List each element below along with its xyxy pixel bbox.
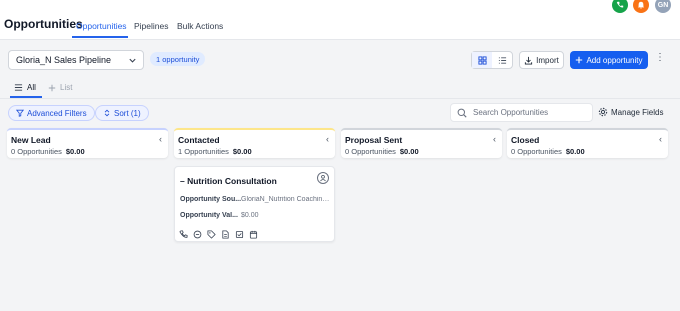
notifications-button[interactable]	[633, 0, 649, 13]
field-label: Opportunity Val...	[180, 212, 238, 219]
stage-value: $0.00	[232, 147, 252, 156]
stage-column-proposal-sent: Proposal Sent ‹ 0 Opportunities $0.00	[341, 128, 502, 158]
document-icon[interactable]	[221, 230, 230, 239]
import-button[interactable]: Import	[519, 51, 564, 69]
stage-summary: 0 Opportunities $0.00	[345, 147, 419, 156]
chevron-down-icon	[129, 58, 136, 63]
sort-button[interactable]: Sort (1)	[95, 105, 149, 121]
field-value: GloriaN_Nutrition Coaching_...	[241, 196, 333, 203]
search-icon	[457, 108, 467, 118]
list-view-button[interactable]	[492, 52, 512, 68]
search-box	[450, 103, 593, 122]
opportunity-title: – Nutrition Consultation	[180, 176, 277, 186]
stage-summary: 0 Opportunities $0.00	[11, 147, 85, 156]
phone-button[interactable]	[612, 0, 628, 13]
view-tab-list[interactable]: List	[48, 83, 72, 92]
avatar-initials: GN	[657, 1, 669, 9]
chat-icon[interactable]	[193, 230, 202, 239]
list-icon	[498, 56, 506, 64]
field-label: Opportunity Sou...	[180, 196, 241, 203]
bell-icon	[637, 1, 645, 9]
card-actions	[179, 230, 258, 239]
assign-user-icon[interactable]	[317, 172, 329, 184]
add-opportunity-label: Add opportunity	[586, 55, 643, 65]
add-opportunity-button[interactable]: Add opportunity	[570, 51, 648, 69]
search-input[interactable]	[473, 108, 583, 117]
stage-name: Closed	[511, 135, 540, 145]
opportunity-source-row: Opportunity Sou... GloriaN_Nutrition Coa…	[180, 196, 333, 203]
sort-icon	[104, 109, 110, 117]
pipeline-select[interactable]: Gloria_N Sales Pipeline	[8, 50, 144, 70]
task-icon[interactable]	[235, 230, 244, 239]
stage-value: $0.00	[65, 147, 85, 156]
phone-icon[interactable]	[179, 230, 188, 239]
grid-icon	[477, 55, 487, 65]
import-label: Import	[536, 55, 559, 65]
advanced-filters-button[interactable]: Advanced Filters	[8, 105, 95, 121]
more-options-icon[interactable]: ⋮	[655, 53, 665, 63]
user-avatar[interactable]: GN	[655, 0, 671, 13]
view-tab-all-label: All	[27, 83, 36, 92]
import-icon	[525, 56, 533, 65]
page-title: Opportunities	[4, 17, 83, 31]
field-value: $0.00	[241, 212, 259, 219]
advanced-filters-label: Advanced Filters	[27, 108, 87, 118]
collapse-chevron-icon[interactable]: ‹	[159, 134, 162, 144]
view-tab-list-label: List	[60, 83, 73, 92]
stage-name: New Lead	[11, 135, 51, 145]
tab-opportunities[interactable]: Opportunities	[76, 21, 127, 31]
manage-fields-label: Manage Fields	[611, 107, 664, 117]
gear-icon	[598, 107, 608, 117]
pipeline-select-value: Gloria_N Sales Pipeline	[16, 55, 112, 65]
stage-column-new-lead: New Lead ‹ 0 Opportunities $0.00	[7, 128, 168, 158]
opportunity-value-row: Opportunity Val... $0.00	[180, 212, 333, 219]
plus-icon	[576, 56, 583, 64]
collapse-chevron-icon[interactable]: ‹	[659, 134, 662, 144]
filter-icon	[16, 109, 24, 117]
stage-column-contacted: Contacted ‹ 1 Opportunities $0.00	[174, 128, 335, 158]
opportunity-card[interactable]: – Nutrition Consultation Opportunity Sou…	[174, 166, 335, 242]
grid-view-button[interactable]	[472, 52, 492, 68]
active-tab-indicator	[72, 36, 128, 38]
collapse-chevron-icon[interactable]: ‹	[326, 134, 329, 144]
top-header: Opportunities Opportunities Pipelines Bu…	[0, 0, 680, 40]
stage-value: $0.00	[399, 147, 419, 156]
list-filter-icon	[14, 84, 23, 91]
stage-summary: 0 Opportunities $0.00	[511, 147, 585, 156]
view-toggle	[471, 51, 513, 69]
stage-count: 0 Opportunities	[511, 147, 562, 156]
stage-name: Proposal Sent	[345, 135, 403, 145]
tab-bulk-actions[interactable]: Bulk Actions	[177, 21, 223, 31]
collapse-chevron-icon[interactable]: ‹	[493, 134, 496, 144]
stage-count: 1 Opportunities	[178, 147, 229, 156]
stage-name: Contacted	[178, 135, 220, 145]
tab-pipelines[interactable]: Pipelines	[134, 21, 169, 31]
stage-column-closed: Closed ‹ 0 Opportunities $0.00	[507, 128, 668, 158]
tag-icon[interactable]	[207, 230, 216, 239]
stage-value: $0.00	[565, 147, 585, 156]
divider	[0, 98, 680, 99]
stage-count: 0 Opportunities	[11, 147, 62, 156]
calendar-icon[interactable]	[249, 230, 258, 239]
view-tab-all[interactable]: All	[14, 83, 36, 92]
manage-fields-button[interactable]: Manage Fields	[598, 107, 663, 117]
sort-label: Sort (1)	[114, 108, 141, 118]
phone-icon	[616, 1, 624, 8]
stage-summary: 1 Opportunities $0.00	[178, 147, 252, 156]
stage-count: 0 Opportunities	[345, 147, 396, 156]
plus-icon	[48, 84, 56, 91]
opportunity-count-badge: 1 opportunity	[150, 52, 206, 66]
